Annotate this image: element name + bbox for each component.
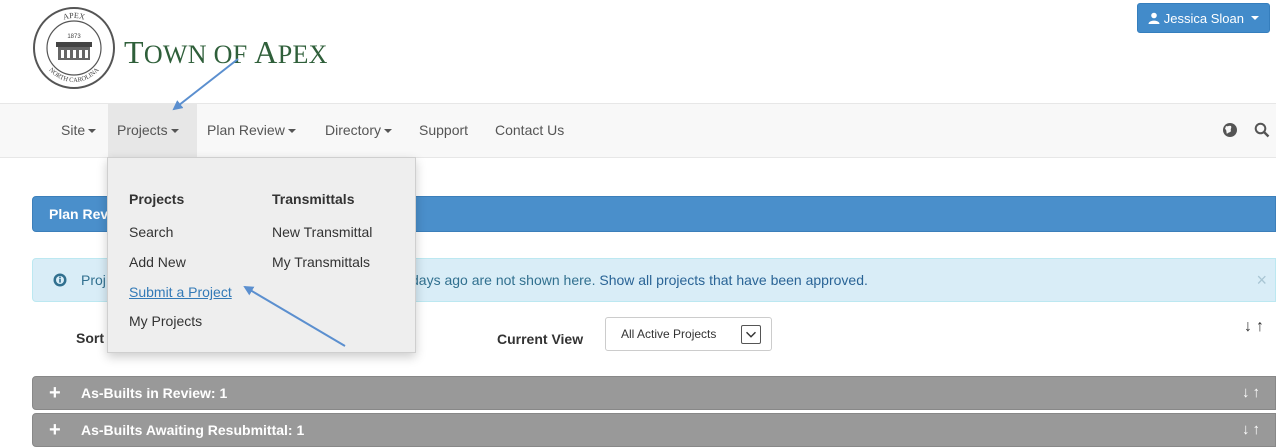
chevron-down-icon bbox=[88, 129, 97, 134]
chevron-down-icon bbox=[384, 129, 393, 134]
user-menu-button[interactable]: Jessica Sloan bbox=[1136, 3, 1270, 33]
info-alert-text-end: days ago are not shown here. bbox=[411, 272, 596, 288]
chevron-down-icon bbox=[741, 325, 761, 344]
nav-support-label: Support bbox=[419, 122, 469, 138]
chevron-down-icon bbox=[287, 129, 296, 134]
globe-icon[interactable] bbox=[1222, 122, 1238, 138]
chevron-down-icon bbox=[1251, 16, 1259, 20]
menu-item-my-transmittals[interactable]: My Transmittals bbox=[272, 254, 370, 270]
nav-projects-label: Projects bbox=[117, 122, 168, 138]
nav-site[interactable]: Site bbox=[52, 104, 105, 157]
menu-item-my-projects[interactable]: My Projects bbox=[129, 313, 202, 329]
nav-plan-review-label: Plan Review bbox=[207, 122, 285, 138]
nav-directory-label: Directory bbox=[325, 122, 382, 138]
current-view-select[interactable]: All Active Projects bbox=[605, 317, 772, 351]
page: 1873 APEX NORTH CAROLINA TOWN OF APEX Je… bbox=[0, 0, 1276, 447]
nav-support[interactable]: Support bbox=[410, 104, 477, 157]
user-icon bbox=[1148, 12, 1160, 24]
group-label: As-Builts Awaiting Resubmittal: 1 bbox=[81, 422, 305, 438]
main-navbar: Site Projects Plan Review Directory Supp… bbox=[0, 103, 1276, 158]
nav-site-label: Site bbox=[61, 122, 86, 138]
town-name-mid: OWN OF bbox=[143, 40, 255, 69]
plan-review-title: Plan Rev bbox=[49, 206, 109, 222]
info-alert-text-start: Proj bbox=[81, 272, 106, 288]
town-name-t: T bbox=[124, 34, 144, 70]
menu-item-new-transmittal[interactable]: New Transmittal bbox=[272, 224, 372, 240]
seal-year: 1873 bbox=[67, 34, 81, 40]
nav-contact-label: Contact Us bbox=[495, 122, 565, 138]
dropdown-heading-transmittals: Transmittals bbox=[272, 191, 355, 207]
sort-label: Sort bbox=[76, 330, 104, 346]
current-view-value: All Active Projects bbox=[621, 327, 717, 341]
nav-projects[interactable]: Projects bbox=[108, 104, 197, 157]
group-sort-arrows[interactable]: ↓↑ bbox=[1242, 377, 1263, 409]
menu-item-submit-a-project[interactable]: Submit a Project bbox=[129, 284, 232, 300]
sort-direction-arrows[interactable]: ↓↑ bbox=[1244, 318, 1268, 336]
show-approved-projects-link[interactable]: Show all projects that have been approve… bbox=[599, 272, 868, 288]
group-label: As-Builts in Review: 1 bbox=[81, 385, 228, 401]
expand-plus-icon: + bbox=[49, 382, 61, 404]
group-sort-arrows[interactable]: ↓↑ bbox=[1242, 414, 1263, 446]
town-name-title[interactable]: TOWN OF APEX bbox=[124, 34, 328, 71]
town-seal-logo[interactable]: 1873 APEX NORTH CAROLINA bbox=[32, 6, 116, 90]
town-name-a: A bbox=[254, 34, 278, 70]
nav-directory[interactable]: Directory bbox=[316, 104, 401, 157]
group-as-builts-in-review[interactable]: + As-Builts in Review: 1 ↓↑ bbox=[32, 376, 1276, 410]
chevron-down-icon bbox=[170, 129, 179, 134]
info-alert-text-end-wrap: days ago are not shown here. Show all pr… bbox=[411, 259, 868, 301]
projects-dropdown-menu: Projects Search Add New Submit a Project… bbox=[107, 157, 416, 353]
menu-item-add-new[interactable]: Add New bbox=[129, 254, 186, 270]
close-icon[interactable]: × bbox=[1256, 259, 1267, 301]
search-icon[interactable] bbox=[1254, 122, 1270, 138]
current-view-label: Current View bbox=[497, 331, 584, 347]
nav-plan-review[interactable]: Plan Review bbox=[198, 104, 305, 157]
expand-plus-icon: + bbox=[49, 419, 61, 441]
user-name: Jessica Sloan bbox=[1163, 10, 1244, 26]
town-name-rest: PEX bbox=[277, 40, 328, 69]
dropdown-heading-projects: Projects bbox=[129, 191, 185, 207]
info-icon bbox=[53, 273, 67, 287]
group-as-builts-awaiting-resubmittal[interactable]: + As-Builts Awaiting Resubmittal: 1 ↓↑ bbox=[32, 413, 1276, 447]
nav-contact-us[interactable]: Contact Us bbox=[486, 104, 573, 157]
menu-item-search[interactable]: Search bbox=[129, 224, 173, 240]
